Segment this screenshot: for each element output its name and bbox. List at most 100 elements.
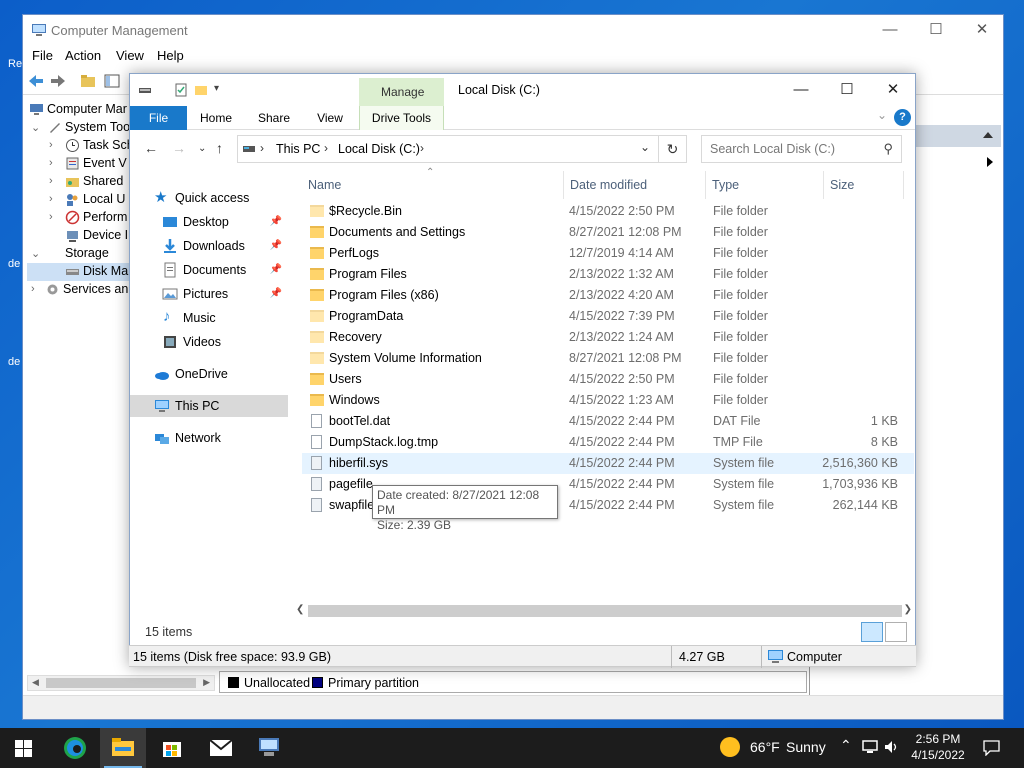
breadcrumb-local-disk[interactable]: Local Disk (C:) (338, 142, 420, 156)
expand-chevron-icon[interactable]: › (49, 157, 61, 169)
taskbar-file-explorer[interactable] (100, 728, 146, 768)
cm-title-bar[interactable]: Computer Management — ☐ ✕ (23, 15, 1003, 45)
scrollbar-thumb[interactable] (46, 678, 196, 688)
file-row[interactable]: $Recycle.Bin 4/15/2022 2:50 PM File folder (302, 201, 914, 222)
expand-chevron-icon[interactable]: › (31, 283, 43, 295)
tree-horizontal-scrollbar[interactable]: ◀ ▶ (27, 675, 215, 691)
file-row[interactable]: Users 4/15/2022 2:50 PM File folder (302, 369, 914, 390)
up-folder-icon[interactable] (79, 72, 97, 90)
collapse-up-icon[interactable] (983, 132, 993, 138)
maximize-button[interactable]: ☐ (913, 15, 959, 45)
file-row[interactable]: ProgramData 4/15/2022 7:39 PM File folder (302, 306, 914, 327)
nav-item-music[interactable]: ♪ Music (130, 307, 288, 329)
file-row[interactable]: Program Files (x86) 2/13/2022 4:20 AM File… (302, 285, 914, 306)
file-row[interactable]: Documents and Settings 8/27/2021 12:08 PM… (302, 222, 914, 243)
file-row[interactable]: hiberfil.sys 4/15/2022 2:44 PM System file… (302, 453, 914, 474)
expand-chevron-icon[interactable]: › (49, 193, 61, 205)
menu-view[interactable]: View (116, 48, 144, 63)
nav-item-documents[interactable]: Documents 📌 (130, 259, 288, 281)
back-arrow-icon[interactable] (27, 72, 45, 90)
tab-share[interactable]: Share (250, 106, 298, 130)
tab-drive-tools[interactable]: Drive Tools (359, 106, 444, 130)
weather-temp[interactable]: 66°F (750, 739, 780, 755)
file-row[interactable]: Program Files 2/13/2022 1:32 AM File folde… (302, 264, 914, 285)
nav-item-network[interactable]: Network (130, 427, 288, 449)
forward-arrow-icon[interactable] (49, 72, 67, 90)
large-icons-view-icon[interactable] (885, 622, 907, 642)
expand-chevron-icon[interactable]: › (49, 139, 61, 151)
nav-item-pictures[interactable]: Pictures 📌 (130, 283, 288, 305)
forward-button[interactable]: → (172, 140, 186, 156)
details-view-icon[interactable] (861, 622, 883, 642)
nav-item-downloads[interactable]: Downloads 📌 (130, 235, 288, 257)
taskbar-computer-management[interactable] (246, 728, 292, 768)
breadcrumb-separator-icon[interactable]: › (260, 141, 264, 155)
collapse-chevron-icon[interactable]: ⌄ (31, 247, 43, 260)
weather-condition[interactable]: Sunny (786, 739, 826, 755)
breadcrumb-separator-icon[interactable]: › (324, 141, 328, 155)
taskbar-store[interactable] (149, 728, 195, 768)
scroll-left-icon[interactable]: ❮ (296, 604, 304, 615)
minimize-button[interactable]: — (778, 74, 824, 106)
close-button[interactable]: ✕ (959, 15, 1005, 45)
breadcrumb-separator-icon[interactable]: › (420, 141, 424, 155)
sun-icon[interactable] (720, 737, 740, 757)
help-icon[interactable]: ? (894, 109, 911, 126)
volume-icon[interactable] (884, 740, 900, 754)
new-folder-icon[interactable] (194, 83, 208, 97)
desktop-icon-label[interactable]: de (8, 258, 20, 270)
show-hide-tree-icon[interactable] (103, 72, 121, 90)
expand-ribbon-icon[interactable]: ⌄ (877, 108, 887, 122)
nav-item-quick-access[interactable]: ★ Quick access (130, 187, 288, 209)
pin-icon[interactable]: 📌 (270, 288, 282, 299)
expand-chevron-icon[interactable]: › (49, 211, 61, 223)
pin-icon[interactable]: 📌 (270, 216, 282, 227)
explorer-title-bar[interactable]: ▾ Manage Local Disk (C:) — ☐ ✕ (130, 74, 915, 106)
menu-action[interactable]: Action (65, 48, 101, 63)
scroll-left-icon[interactable]: ◀ (32, 677, 39, 688)
clock[interactable]: 2:56 PM 4/15/2022 (906, 731, 970, 763)
expand-chevron-icon[interactable]: › (49, 175, 61, 187)
menu-file[interactable]: File (32, 48, 53, 63)
back-button[interactable]: ← (144, 140, 158, 156)
desktop-icon-label[interactable]: de (8, 356, 20, 368)
nav-item-videos[interactable]: Videos (130, 331, 288, 353)
scroll-right-icon[interactable]: ❯ (904, 604, 912, 615)
collapse-chevron-icon[interactable]: ⌄ (31, 121, 43, 134)
tab-home[interactable]: Home (192, 106, 240, 130)
breadcrumb-this-pc[interactable]: This PC (276, 142, 320, 156)
column-header-date[interactable]: Date modified (564, 171, 706, 199)
up-button[interactable]: ↑ (216, 140, 223, 156)
desktop-icon-label[interactable]: Re (8, 58, 22, 70)
search-input[interactable]: Search Local Disk (C:) ⚲ (701, 135, 902, 163)
properties-icon[interactable] (174, 83, 188, 97)
column-header-size[interactable]: Size (824, 171, 904, 199)
nav-item-onedrive[interactable]: OneDrive (130, 363, 288, 385)
maximize-button[interactable]: ☐ (824, 74, 870, 106)
file-row[interactable]: bootTel.dat 4/15/2022 2:44 PM DAT File 1 KB (302, 411, 914, 432)
tab-view[interactable]: View (306, 106, 354, 130)
taskbar-edge[interactable] (52, 728, 98, 768)
address-bar[interactable]: › This PC › Local Disk (C:) › ⌄ (237, 135, 659, 163)
taskbar-mail[interactable] (198, 728, 244, 768)
start-button[interactable] (0, 728, 46, 768)
file-row[interactable]: Recovery 2/13/2022 1:24 AM File folder (302, 327, 914, 348)
customize-dropdown-icon[interactable]: ▾ (214, 83, 228, 97)
manage-contextual-tab[interactable]: Manage (359, 78, 444, 106)
scrollbar-thumb[interactable] (308, 605, 902, 617)
pin-icon[interactable]: 📌 (270, 240, 282, 251)
recent-locations-icon[interactable]: ⌄ (198, 143, 206, 154)
minimize-button[interactable]: — (867, 15, 913, 45)
tab-file[interactable]: File (130, 106, 187, 130)
actions-header[interactable] (913, 125, 1001, 147)
file-row[interactable]: Windows 4/15/2022 1:23 AM File folder (302, 390, 914, 411)
notifications-icon[interactable] (983, 740, 1000, 756)
tree-item-selected[interactable]: Disk Ma (27, 263, 137, 281)
column-header-type[interactable]: Type (706, 171, 824, 199)
file-row[interactable]: DumpStack.log.tmp 4/15/2022 2:44 PM TMP Fi… (302, 432, 914, 453)
file-row[interactable]: System Volume Information 8/27/2021 12:08… (302, 348, 914, 369)
network-icon[interactable] (862, 740, 878, 754)
show-hidden-icons-icon[interactable]: ⌃ (840, 737, 852, 754)
address-dropdown-icon[interactable]: ⌄ (640, 140, 650, 154)
more-actions-arrow-icon[interactable] (987, 157, 993, 167)
